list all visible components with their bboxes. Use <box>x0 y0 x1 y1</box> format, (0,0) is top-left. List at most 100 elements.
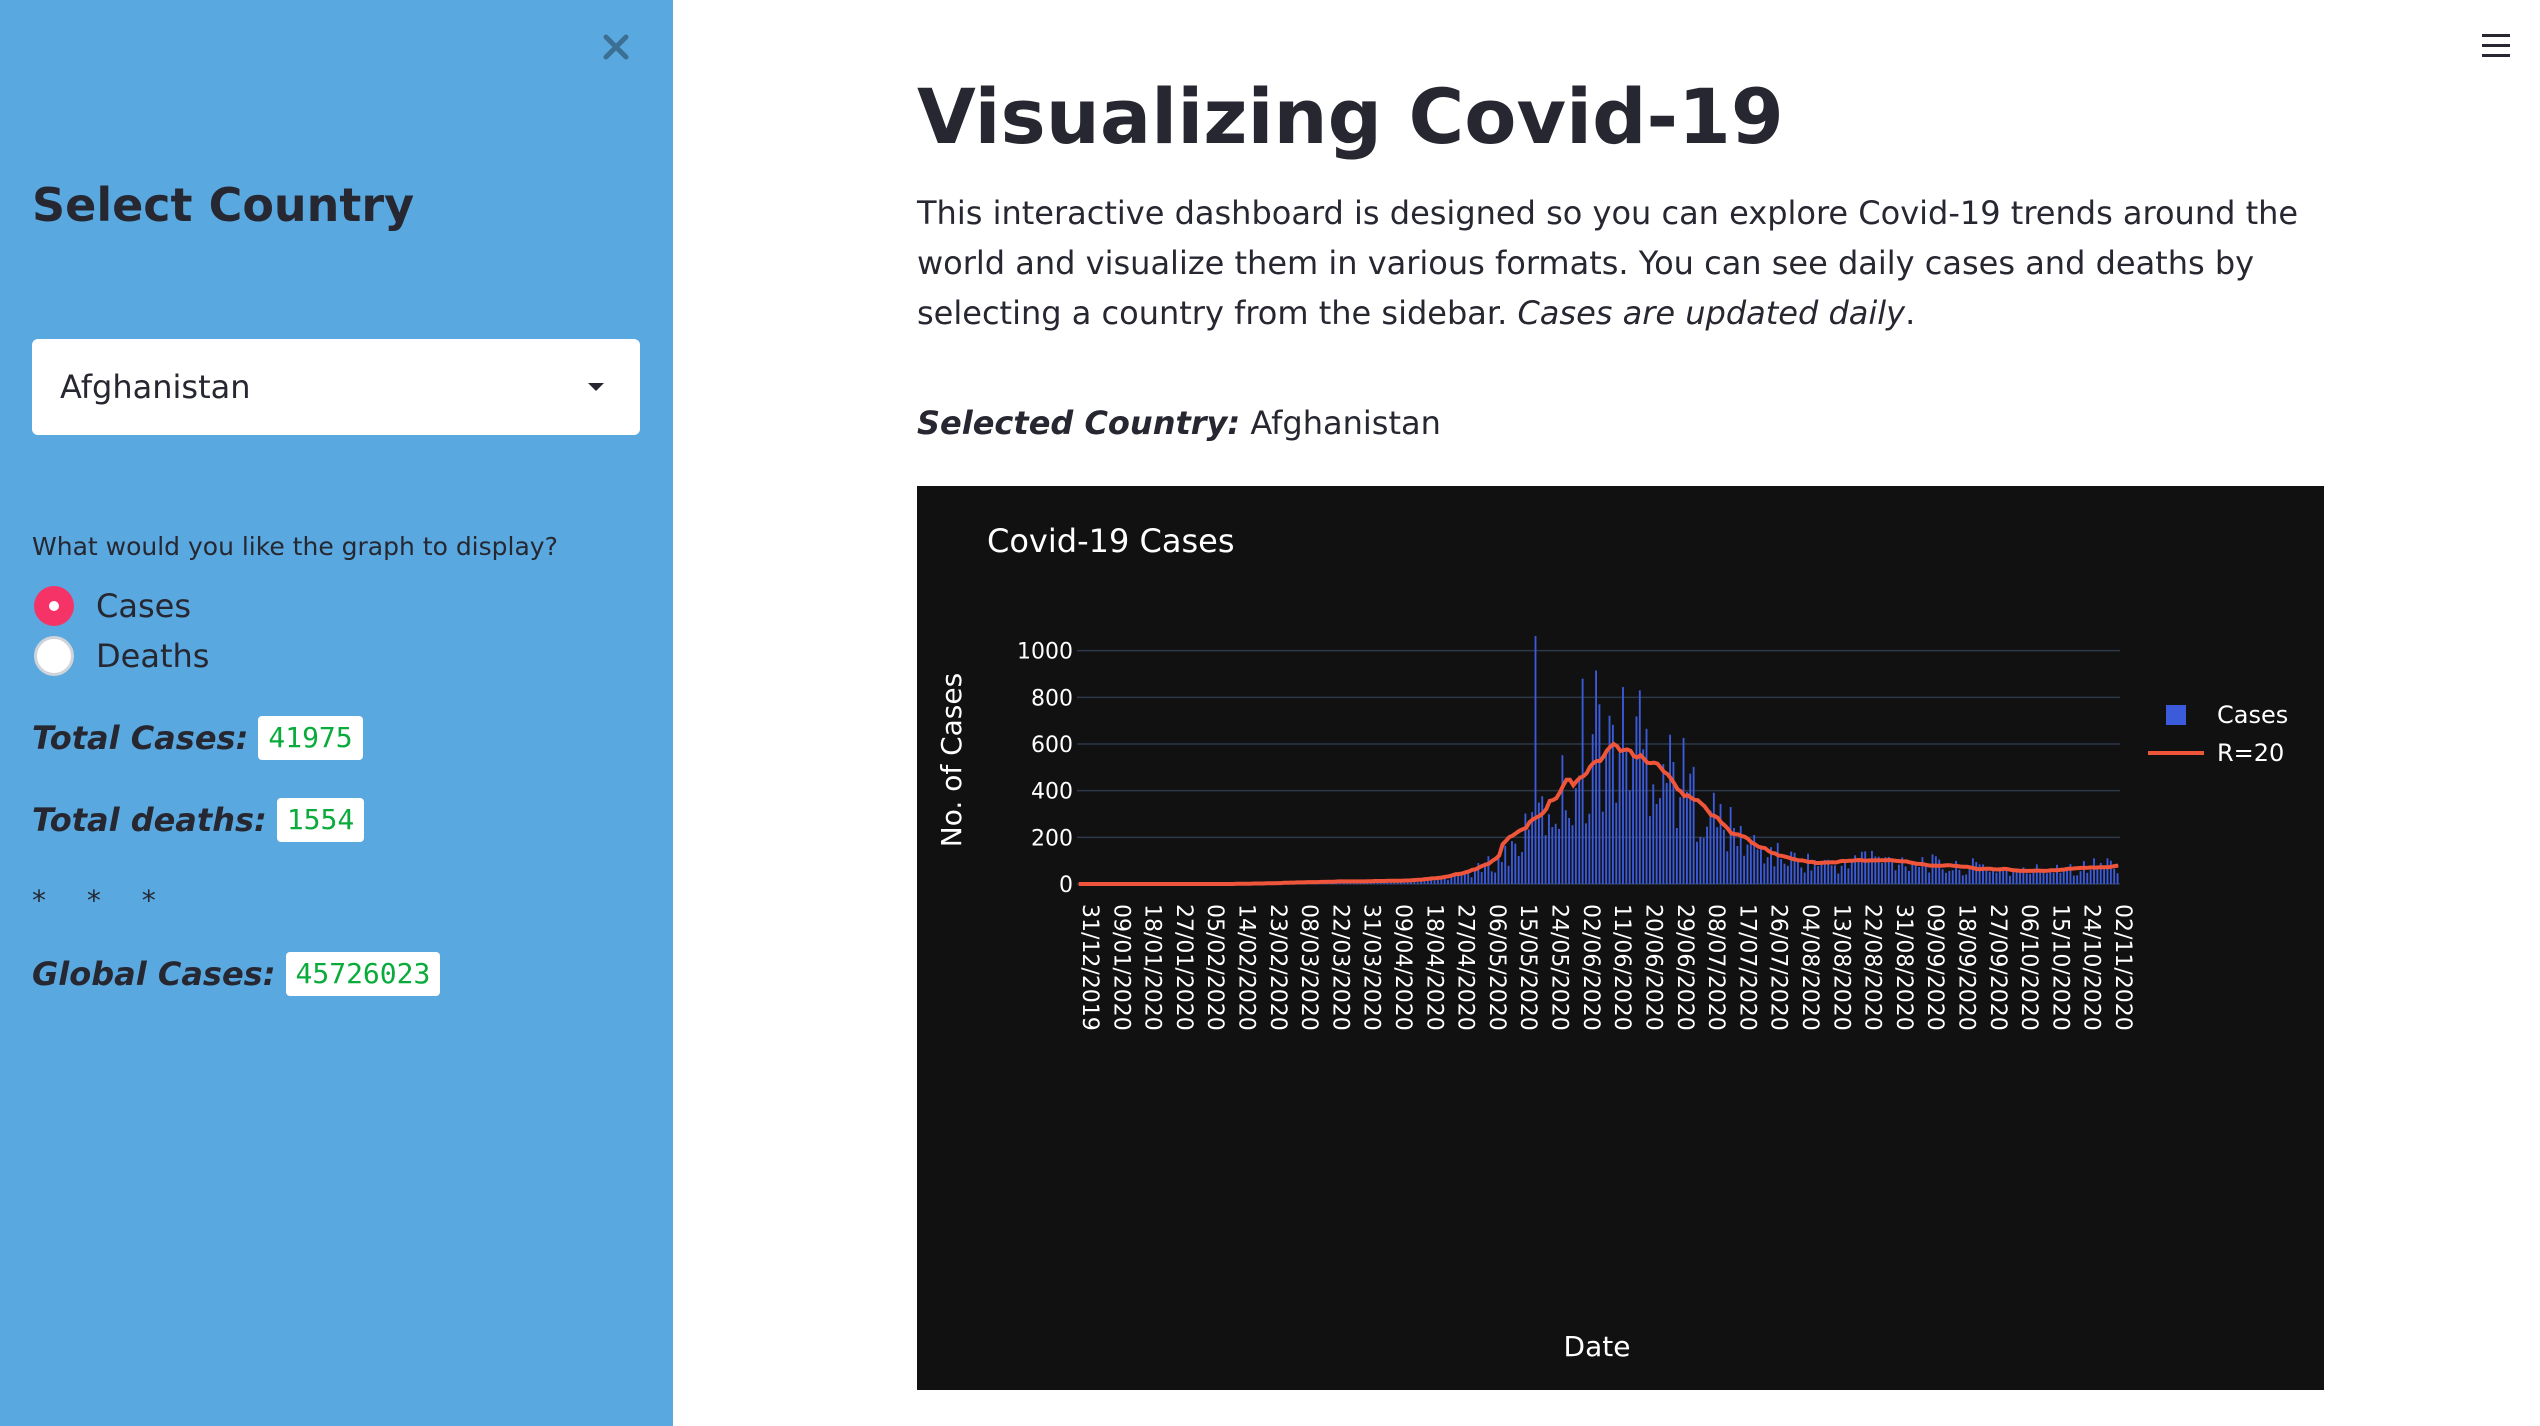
cases-bar <box>1615 802 1618 884</box>
cases-bar <box>1800 867 1803 884</box>
cases-bar <box>1571 825 1574 884</box>
chart-svg[interactable]: Covid-19 Cases 0 200 400 600 800 1000 31/12/201… <box>917 486 2324 1390</box>
cases-bar <box>1632 752 1634 884</box>
display-radio-question: What would you like the graph to display… <box>32 532 558 561</box>
y-axis-title: No. of Cases <box>935 673 968 847</box>
cases-bar <box>1928 872 1931 884</box>
cases-bar <box>1480 872 1483 884</box>
sidebar: Select Country Afghanistan What would yo… <box>0 0 673 1426</box>
cases-bar <box>1675 828 1678 884</box>
cases-bar <box>1871 850 1873 884</box>
cases-bar <box>1585 823 1587 884</box>
x-tick-label: 23/02/2020 <box>1265 904 1290 1031</box>
cases-bar <box>1659 798 1661 884</box>
radio-option-cases[interactable]: Cases <box>34 584 191 628</box>
x-tick-label: 27/09/2020 <box>1985 904 2010 1031</box>
cases-bar <box>2056 864 2058 884</box>
global-cases-value: 45726023 <box>285 952 441 996</box>
cases-bar <box>2082 861 2085 884</box>
cases-bar <box>2008 875 2011 884</box>
close-sidebar-button[interactable] <box>595 26 637 68</box>
cases-bar <box>1780 859 1783 884</box>
cases-chart[interactable]: Covid-19 Cases 0 200 400 600 800 1000 31/12/201… <box>917 486 2324 1390</box>
cases-bar <box>1595 670 1597 884</box>
x-tick-label: 09/04/2020 <box>1390 904 1415 1031</box>
cases-bar <box>1830 865 1833 884</box>
x-tick-label: 14/02/2020 <box>1234 904 1259 1031</box>
cases-bar <box>2113 868 2116 884</box>
x-tick-label: 04/08/2020 <box>1797 904 1822 1031</box>
cases-bar <box>1588 813 1591 884</box>
cases-bar <box>2052 872 2055 884</box>
hamburger-menu-icon <box>2482 34 2510 37</box>
cases-bar <box>2029 873 2032 884</box>
cases-bar <box>1682 737 1685 884</box>
x-tick-label: 29/06/2020 <box>1672 904 1697 1031</box>
cases-bar <box>1628 790 1631 884</box>
x-tick-label: 18/09/2020 <box>1954 904 1979 1031</box>
cases-bar <box>1511 841 1513 884</box>
radio-checked-icon[interactable] <box>34 586 74 626</box>
cases-bar <box>1524 813 1527 884</box>
cases-bar <box>1881 863 1883 884</box>
cases-bar <box>1500 862 1503 884</box>
y-tick-label: 400 <box>1031 780 1073 805</box>
cases-bar <box>2086 872 2089 884</box>
cases-bar <box>1736 845 1739 884</box>
cases-bar <box>1669 734 1672 884</box>
cases-bar <box>1857 861 1860 884</box>
cases-bar <box>1763 863 1766 884</box>
cases-bar <box>2049 871 2052 884</box>
cases-bar <box>1712 792 1715 884</box>
x-tick-label: 11/06/2020 <box>1609 904 1634 1031</box>
cases-bar <box>1820 863 1823 884</box>
radio-unchecked-icon[interactable] <box>34 636 74 676</box>
radio-option-deaths[interactable]: Deaths <box>34 634 209 678</box>
cases-bar <box>1743 855 1746 884</box>
cases-bar <box>1487 856 1490 884</box>
cases-bar <box>1696 841 1698 884</box>
cases-bar <box>1568 817 1571 884</box>
x-tick-label: 24/05/2020 <box>1547 904 1572 1031</box>
cases-bar <box>2042 871 2045 884</box>
cases-bar <box>1776 842 1779 884</box>
cases-bar <box>1608 715 1611 884</box>
cases-bar <box>1554 823 1557 884</box>
cases-bar <box>1844 860 1846 884</box>
cases-bar <box>1521 852 1523 884</box>
y-tick-label: 0 <box>1059 873 1073 898</box>
cases-bar <box>1810 870 1813 884</box>
cases-bar <box>1709 810 1712 884</box>
cases-bar <box>1867 859 1870 884</box>
x-tick-label: 20/06/2020 <box>1641 904 1666 1031</box>
intro-emphasis: Cases are updated daily <box>1517 294 1906 332</box>
cases-bar <box>1548 814 1550 884</box>
x-tick-label: 08/03/2020 <box>1296 904 1321 1031</box>
country-select[interactable]: Afghanistan <box>32 339 640 435</box>
cases-bar <box>2059 872 2062 884</box>
x-tick-label: 09/01/2020 <box>1108 904 1133 1031</box>
page-title: Visualizing Covid-19 <box>917 72 1784 161</box>
x-tick-label: 08/07/2020 <box>1703 904 1728 1031</box>
cases-bar <box>1918 866 1920 884</box>
sidebar-title: Select Country <box>32 178 415 232</box>
cases-bar <box>1534 635 1537 884</box>
cases-bar <box>1803 872 1806 884</box>
cases-bar <box>1847 868 1850 884</box>
cases-bar <box>1679 797 1682 884</box>
cases-bar <box>1652 784 1655 884</box>
x-tick-label: 18/01/2020 <box>1140 904 1165 1031</box>
cases-bar <box>1692 766 1695 884</box>
legend-line-label: R=20 <box>2217 739 2284 767</box>
cases-bar <box>1948 870 1951 884</box>
cases-bar <box>1985 868 1988 884</box>
cases-bar <box>1786 865 1789 884</box>
cases-bar <box>1894 870 1897 884</box>
x-tick-label: 06/10/2020 <box>2016 904 2041 1031</box>
cases-bar <box>1467 873 1470 884</box>
cases-bar <box>1564 810 1567 884</box>
cases-bar <box>1864 851 1867 884</box>
cases-bar <box>1783 863 1786 884</box>
legend-cases-swatch <box>2166 705 2186 725</box>
hamburger-menu-button[interactable] <box>2476 26 2520 66</box>
